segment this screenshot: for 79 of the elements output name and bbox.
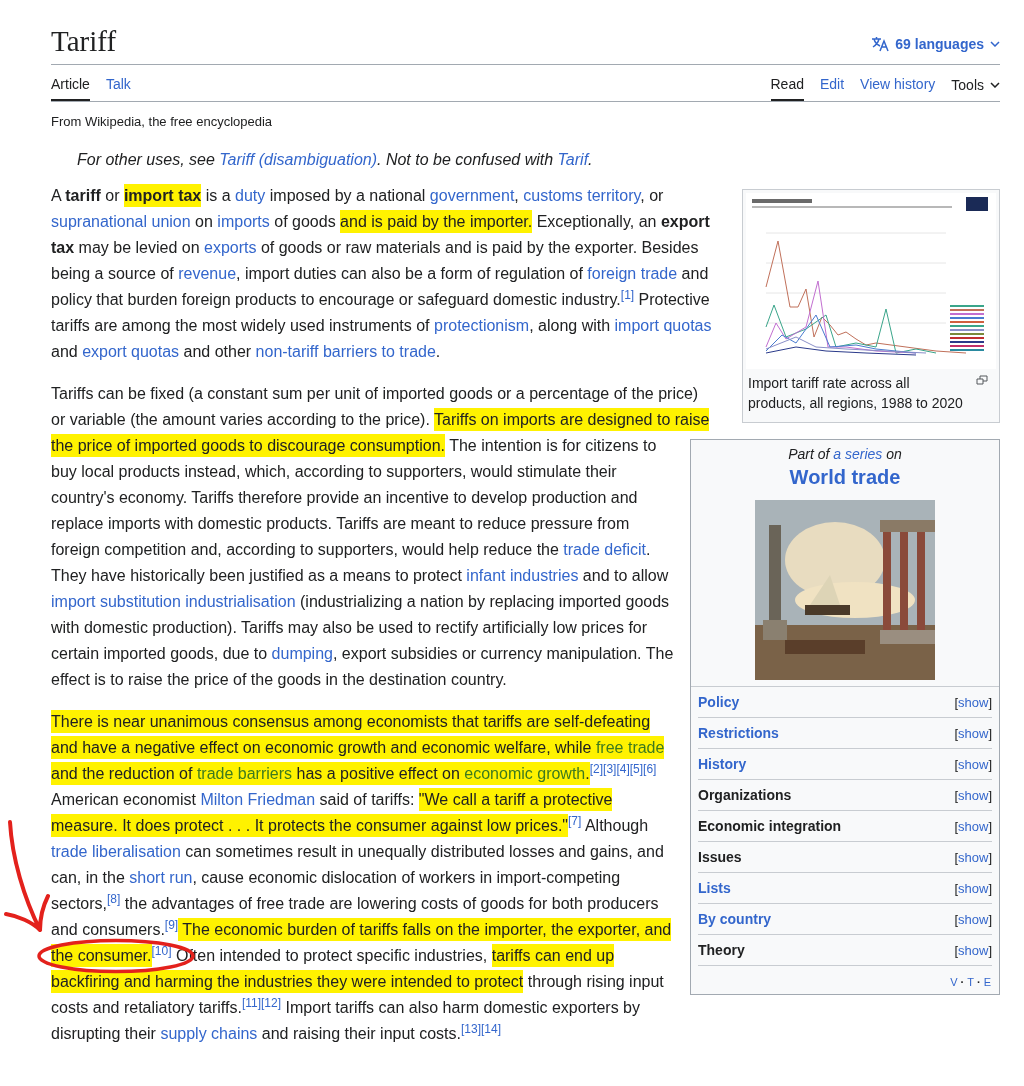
article-link[interactable]: foreign trade [587,265,678,282]
article-link[interactable]: exports [204,239,257,256]
section-label[interactable]: By country [698,911,772,927]
article-link[interactable]: customs territory [523,187,641,204]
article-link[interactable]: import quotas [614,317,712,334]
section-label[interactable]: Restrictions [698,725,779,741]
article-link[interactable]: supply chains [160,1025,258,1042]
article-link[interactable]: Milton Friedman [200,791,316,808]
show-toggle[interactable]: [show] [954,694,992,710]
chart-legend-drawing [950,305,984,351]
citation-link[interactable]: [2] [589,761,604,776]
view-tab[interactable]: Read [770,65,804,101]
navbox-link[interactable]: T [967,976,974,988]
page-tab[interactable]: Article [51,65,90,101]
show-toggle[interactable]: [show] [954,911,992,927]
section-label[interactable]: Policy [698,694,740,710]
section-label[interactable]: Lists [698,880,731,896]
article-link[interactable]: trade liberalisation [51,843,181,860]
languages-button[interactable]: 69 languages [871,36,1000,60]
show-toggle[interactable]: [show] [954,849,992,865]
article-link[interactable]: imports [217,213,270,230]
view-tab[interactable]: Edit [819,65,845,101]
citation-link[interactable]: [11] [241,995,262,1010]
section-label[interactable]: Theory [698,942,745,958]
citation-link[interactable]: [4] [616,761,630,776]
citation-link[interactable]: [7] [568,813,582,828]
section-label[interactable]: Economic integration [698,818,842,834]
article-link[interactable]: infant industries [466,567,579,584]
tools-menu[interactable]: Tools [951,65,1000,101]
show-toggle[interactable]: [show] [954,787,992,803]
hatnote: For other uses, see Tariff (disambiguation). Not to be confused with Tarif. [76,150,594,170]
page-tab[interactable]: Talk [105,65,131,101]
enlarge-icon[interactable] [976,375,988,385]
citation-link[interactable]: [13] [461,1021,482,1036]
citation-link[interactable]: [10] [151,943,172,958]
citation-link[interactable]: [12] [261,995,282,1010]
article-link[interactable]: revenue [178,265,237,282]
chevron-down-icon [990,41,1000,47]
citation-link[interactable]: [1] [620,287,635,302]
page-title: Tariff [51,24,117,59]
hatnote-link[interactable]: Tariff (disambiguation) [219,151,377,168]
translate-icon [871,36,890,52]
citation-link[interactable]: [6] [643,761,657,776]
citation-link[interactable]: [9] [164,917,179,932]
infobox-title[interactable]: World trade [789,464,901,490]
section-label[interactable]: Issues [698,849,742,865]
citation-link[interactable]: [8] [107,891,121,906]
show-toggle[interactable]: [show] [954,756,992,772]
article-link[interactable]: export quotas [82,343,180,360]
navbox-link[interactable]: V [950,976,958,988]
citation-link[interactable]: [3] [603,761,617,776]
series-link[interactable]: a series [833,446,883,462]
article-link[interactable]: government [429,187,515,204]
paragraph: A tariff or import tax is a duty imposed by a national government, customs territory, or supranational union on imports of goods and is paid by the importer. Exceptionally, an export tax may be levied on exports of goods or raw materials and is paid by the exporter. Besides being a source of revenue, import duties can also be a form of regulation of foreign trade and policy that burden foreign products to encourage or safeguard domestic industry.$^{[1]}$ Protective tariffs are among the most widely used instruments of protectionism, along with import quotas and export quotas and other non-tariff barriers to trade. [51,183,1000,365]
article-link[interactable]: duty [235,187,266,204]
article-link[interactable]: supranational union [51,213,191,230]
infobox-pretitle: Part of a series on [788,445,902,464]
article-link[interactable]: non-tariff barriers to trade [255,343,436,360]
article-link[interactable]: protectionism [434,317,530,334]
show-toggle[interactable]: [show] [954,725,992,741]
article-link[interactable]: short run [129,869,193,886]
view-tab[interactable]: View history [860,65,936,101]
section-label[interactable]: Organizations [698,787,792,803]
show-toggle[interactable]: [show] [954,818,992,834]
section-label[interactable]: History [698,756,747,772]
hatnote-link[interactable]: Tarif [557,151,589,168]
tagline: From Wikipedia, the free encyclopedia [51,114,274,129]
separator-dot: · [977,976,981,988]
article-link[interactable]: dumping [271,645,333,662]
show-toggle[interactable]: [show] [954,880,992,896]
show-toggle[interactable]: [show] [954,942,992,958]
chevron-down-icon [990,82,1000,88]
article-link[interactable]: import substitution industrialisation [51,593,296,610]
citation-link[interactable]: [14] [481,1021,502,1036]
citation-link[interactable]: [5] [629,761,644,776]
separator-dot: · [960,976,965,988]
logo-icon [966,197,988,211]
figure-caption: Import tariff rate across all products, all regions, 1988 to 2020 [748,375,963,411]
navbox-link[interactable]: E [983,976,991,988]
